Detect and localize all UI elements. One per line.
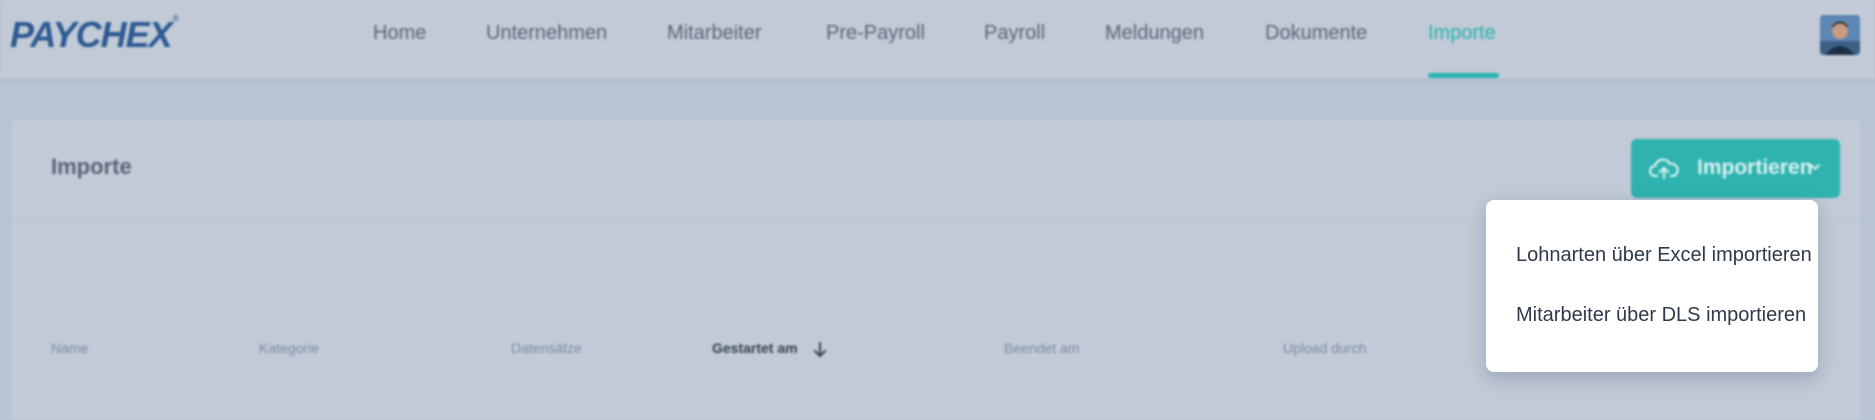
paychex-logo[interactable]: PAYCHEX® [10,14,179,56]
user-avatar[interactable] [1820,15,1860,55]
column-header-kategorie[interactable]: Kategorie [259,340,319,356]
import-button-label: Importieren [1697,156,1813,179]
column-header-datensaetze[interactable]: Datensätze [511,340,582,356]
chevron-down-icon [1810,164,1820,171]
active-tab-indicator [1428,73,1499,78]
import-button[interactable]: Importieren [1631,139,1840,198]
nav-item-unternehmen[interactable]: Unternehmen [486,22,607,45]
avatar-icon [1820,15,1860,55]
nav-item-home[interactable]: Home [373,22,426,45]
page-title: Importe [51,154,132,179]
sort-descending-icon[interactable] [813,341,827,359]
column-header-gestartet-am[interactable]: Gestartet am [712,340,798,356]
menu-item-mitarbeiter-dls-import[interactable]: Mitarbeiter über DLS importieren [1516,304,1806,327]
nav-item-meldungen[interactable]: Meldungen [1105,22,1204,45]
nav-item-importe[interactable]: Importe [1428,22,1496,45]
cloud-upload-icon [1649,158,1679,180]
logo-registered-mark: ® [172,14,179,23]
column-header-beendet-am[interactable]: Beendet am [1004,340,1080,356]
menu-item-lohnarten-excel-import[interactable]: Lohnarten über Excel importieren [1516,244,1812,267]
nav-item-payroll[interactable]: Payroll [984,22,1045,45]
nav-item-mitarbeiter[interactable]: Mitarbeiter [667,22,761,45]
column-header-upload-durch[interactable]: Upload durch [1283,340,1366,356]
column-header-name[interactable]: Name [51,340,88,356]
nav-item-pre-payroll[interactable]: Pre-Payroll [826,22,925,45]
nav-item-dokumente[interactable]: Dokumente [1265,22,1367,45]
logo-text: PAYCHEX [10,14,173,55]
import-dropdown-menu: Lohnarten über Excel importieren Mitarbe… [1486,200,1818,372]
top-navigation: PAYCHEX® Home Unternehmen Mitarbeiter Pr… [0,0,1875,79]
